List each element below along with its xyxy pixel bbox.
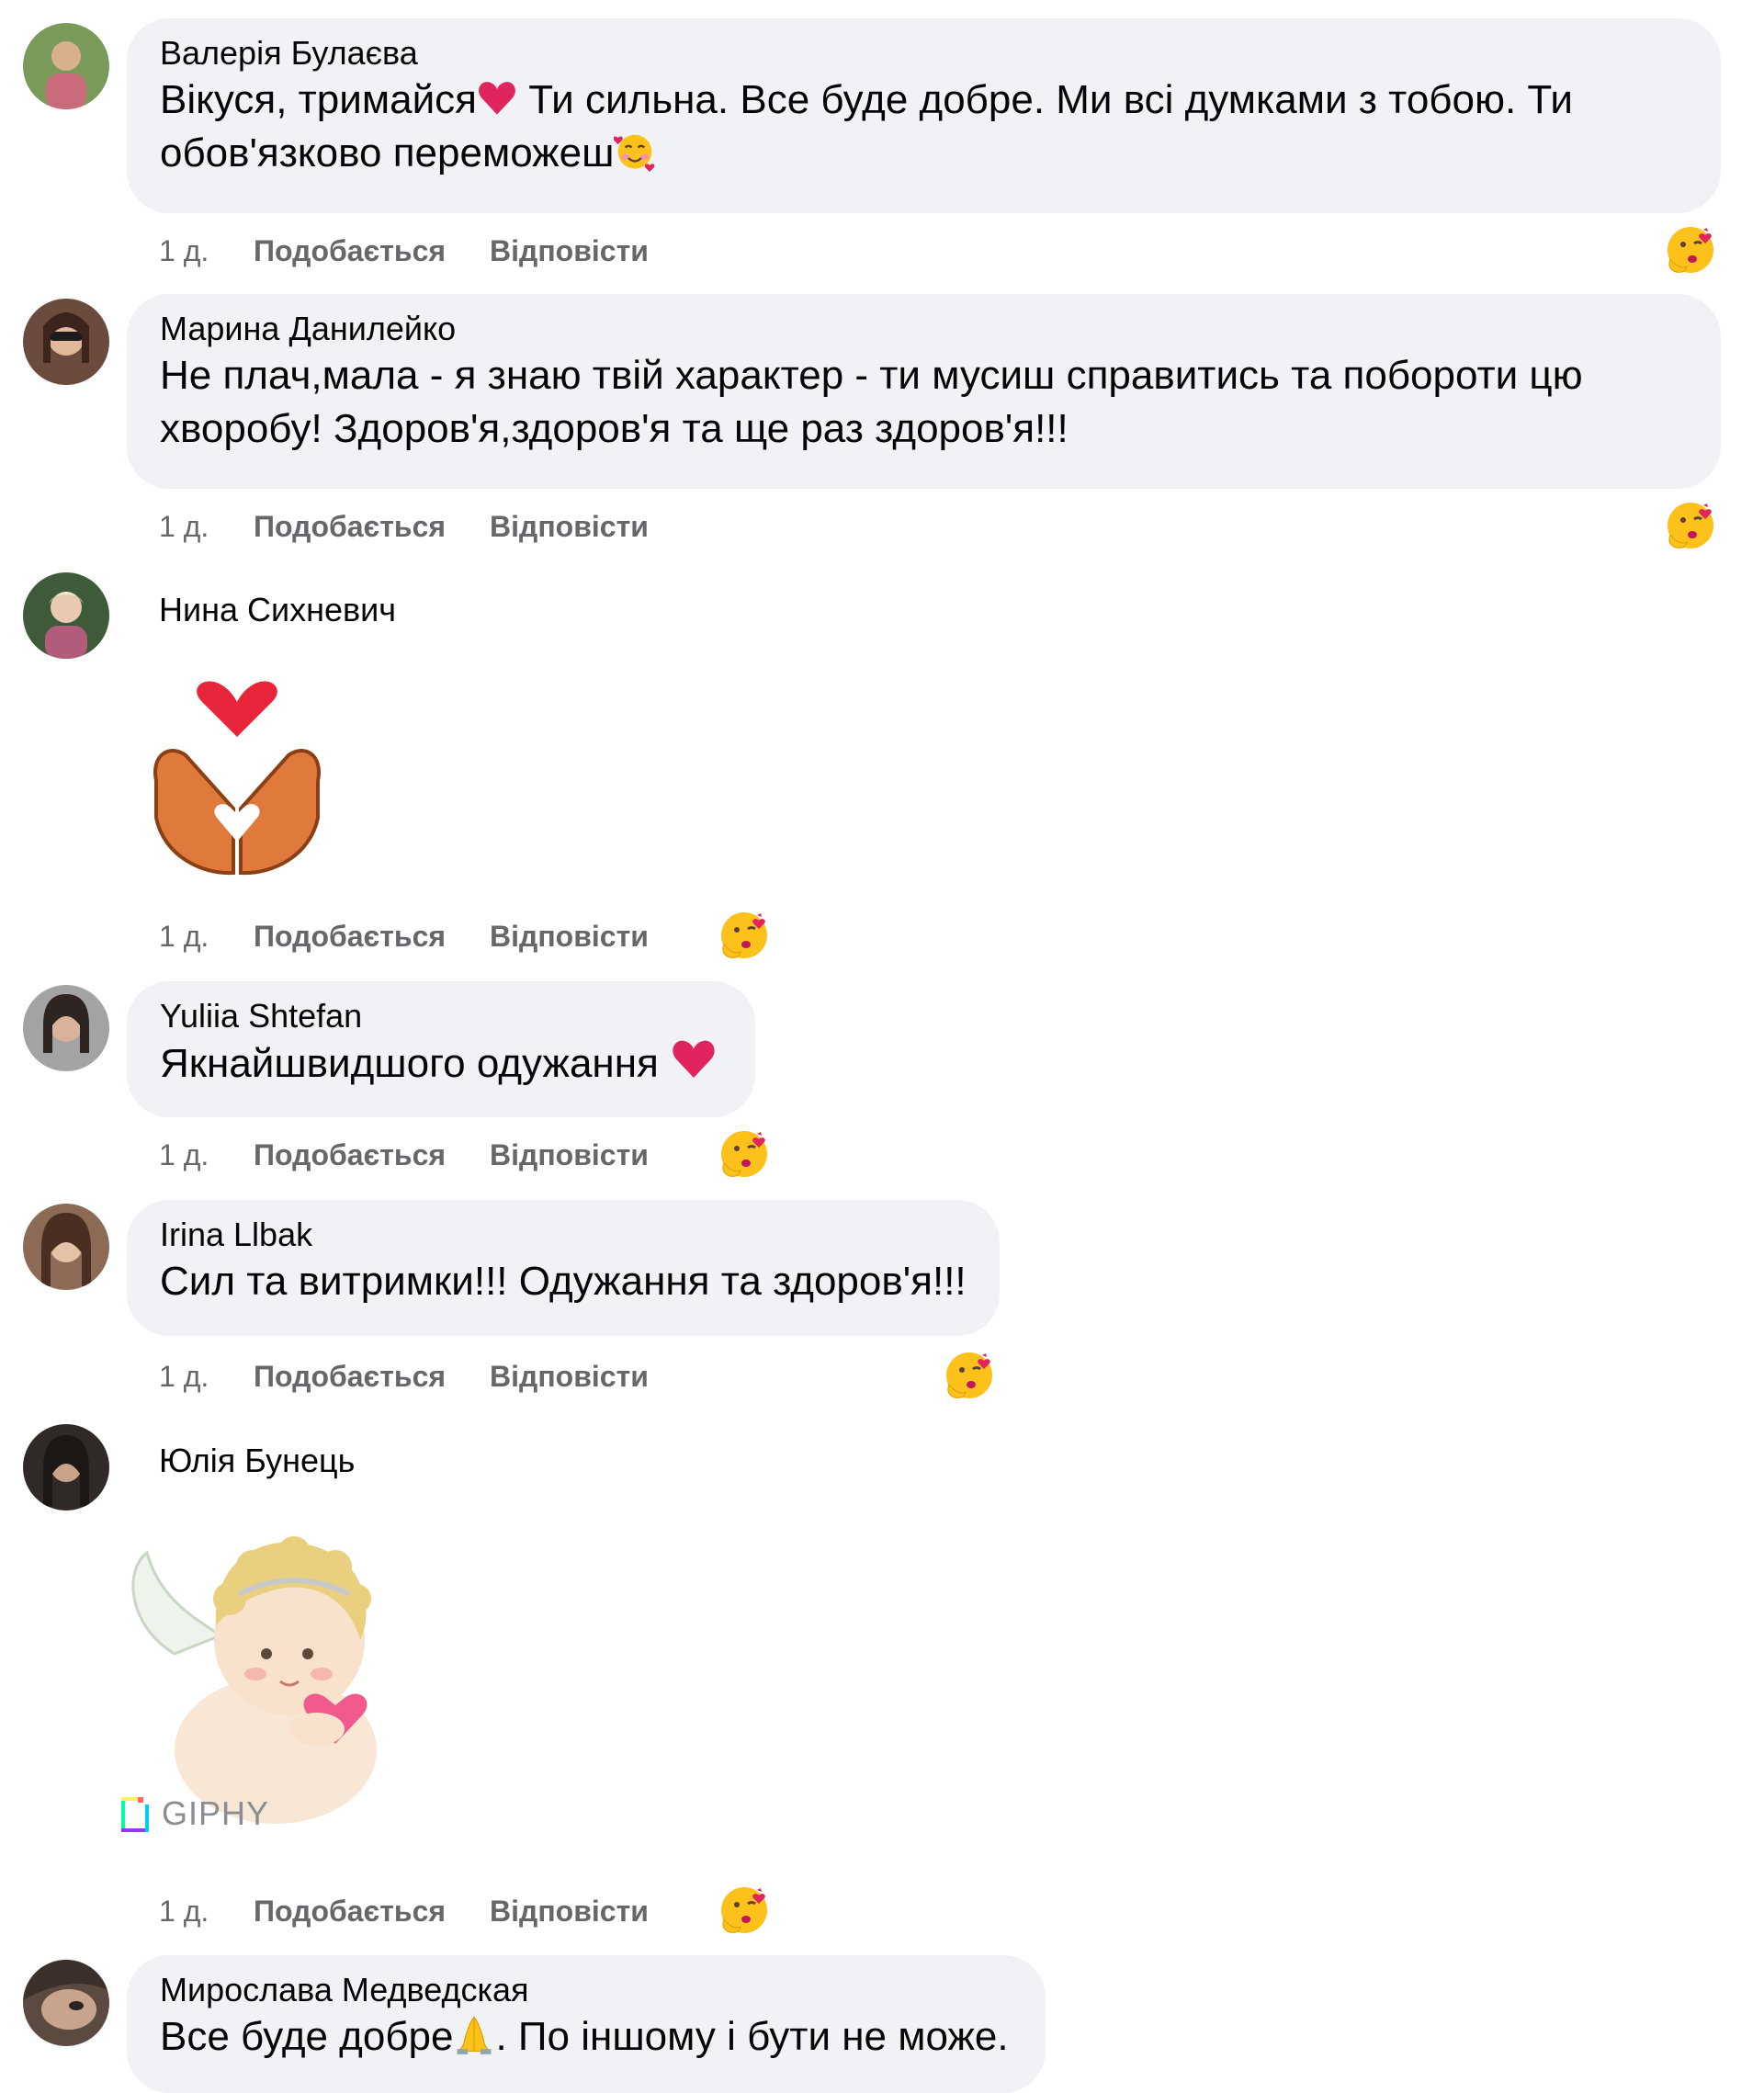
reply-button[interactable]: Відповісти bbox=[490, 1360, 649, 1394]
comment-time[interactable]: 1 д. bbox=[159, 1360, 254, 1394]
comment-actions: 1 д. Подобається Відповісти bbox=[159, 1132, 649, 1178]
hugging-face-react-icon[interactable] bbox=[942, 1348, 997, 1403]
comment-actions: 1 д. Подобається Відповісти bbox=[159, 228, 649, 274]
like-button[interactable]: Подобається bbox=[254, 1138, 446, 1172]
hugging-face-react-icon[interactable] bbox=[717, 1126, 772, 1182]
red-heart-icon bbox=[670, 1036, 718, 1082]
avatar[interactable] bbox=[23, 23, 109, 109]
comment-bubble: Yuliia Shtefan Якнайшвидшого одужання bbox=[127, 981, 755, 1117]
avatar[interactable] bbox=[23, 572, 109, 659]
comment-text: Все буде добре. По іншому і бути не може… bbox=[160, 2013, 1009, 2059]
avatar[interactable] bbox=[23, 1204, 109, 1290]
angel-with-heart-gif[interactable] bbox=[119, 1516, 432, 1828]
heart-hands-sticker[interactable] bbox=[145, 680, 329, 882]
like-button[interactable]: Подобається bbox=[254, 920, 446, 954]
comment-actions: 1 д. Подобається Відповісти bbox=[159, 913, 649, 959]
comment-bubble: Марина Данилейко Не плач,мала - я знаю т… bbox=[127, 294, 1721, 489]
comment-author[interactable]: Yuliia Shtefan bbox=[160, 996, 722, 1036]
like-button[interactable]: Подобається bbox=[254, 510, 446, 544]
hugging-face-react-icon[interactable] bbox=[717, 1883, 772, 1938]
comment-time[interactable]: 1 д. bbox=[159, 234, 254, 268]
comment-time[interactable]: 1 д. bbox=[159, 1138, 254, 1172]
like-button[interactable]: Подобається bbox=[254, 234, 446, 268]
comment-text: Якнайшвидшого одужання bbox=[160, 1036, 722, 1091]
folded-hands-icon bbox=[453, 2013, 495, 2055]
red-heart-icon bbox=[477, 78, 517, 119]
avatar[interactable] bbox=[23, 1960, 109, 2046]
comment-text: Не плач,мала - я знаю твій характер - ти… bbox=[160, 353, 1583, 451]
reply-button[interactable]: Відповісти bbox=[490, 1138, 649, 1172]
reply-button[interactable]: Відповісти bbox=[490, 920, 649, 954]
comment-author[interactable]: Irina Llbak bbox=[160, 1215, 967, 1255]
reply-button[interactable]: Відповісти bbox=[490, 1895, 649, 1929]
hugging-face-react-icon[interactable] bbox=[1663, 222, 1718, 277]
like-button[interactable]: Подобається bbox=[254, 1895, 446, 1929]
reply-button[interactable]: Відповісти bbox=[490, 510, 649, 544]
comment-time[interactable]: 1 д. bbox=[159, 1895, 254, 1929]
hugging-face-react-icon[interactable] bbox=[1663, 498, 1718, 553]
comment-time[interactable]: 1 д. bbox=[159, 510, 254, 544]
giphy-logo-icon bbox=[121, 1797, 149, 1832]
comment-text: Вікуся, тримайся Ти сильна. Все буде доб… bbox=[160, 77, 1573, 175]
hugging-face-react-icon[interactable] bbox=[717, 908, 772, 963]
like-button[interactable]: Подобається bbox=[254, 1360, 446, 1394]
reply-button[interactable]: Відповісти bbox=[490, 234, 649, 268]
comment-actions: 1 д. Подобається Відповісти bbox=[159, 1353, 649, 1399]
giphy-attribution[interactable]: GIPHY bbox=[119, 1793, 269, 1834]
comment-bubble: Irina Llbak Сил та витримки!!! Одужання … bbox=[127, 1200, 1000, 1336]
avatar[interactable] bbox=[23, 299, 109, 385]
comment-author[interactable]: Нина Сихневич bbox=[159, 590, 396, 630]
comment-time[interactable]: 1 д. bbox=[159, 920, 254, 954]
comment-bubble: Мирослава Медведская Все буде добре. По … bbox=[127, 1955, 1046, 2093]
comment-author[interactable]: Юлія Бунець bbox=[159, 1441, 355, 1481]
comment-author[interactable]: Мирослава Медведская bbox=[160, 1970, 1012, 2010]
smiling-face-with-hearts-icon bbox=[614, 130, 656, 172]
giphy-label: GIPHY bbox=[162, 1794, 270, 1832]
avatar[interactable] bbox=[23, 985, 109, 1071]
comment-author[interactable]: Валерія Булаєва bbox=[160, 33, 1688, 74]
comment-text: Сил та витримки!!! Одужання та здоров'я!… bbox=[160, 1259, 967, 1304]
avatar[interactable] bbox=[23, 1424, 109, 1510]
comment-actions: 1 д. Подобається Відповісти bbox=[159, 503, 649, 549]
comment-bubble: Валерія Булаєва Вікуся, тримайся Ти силь… bbox=[127, 18, 1721, 213]
comment-author[interactable]: Марина Данилейко bbox=[160, 309, 1688, 349]
comment-actions: 1 д. Подобається Відповісти bbox=[159, 1888, 649, 1934]
